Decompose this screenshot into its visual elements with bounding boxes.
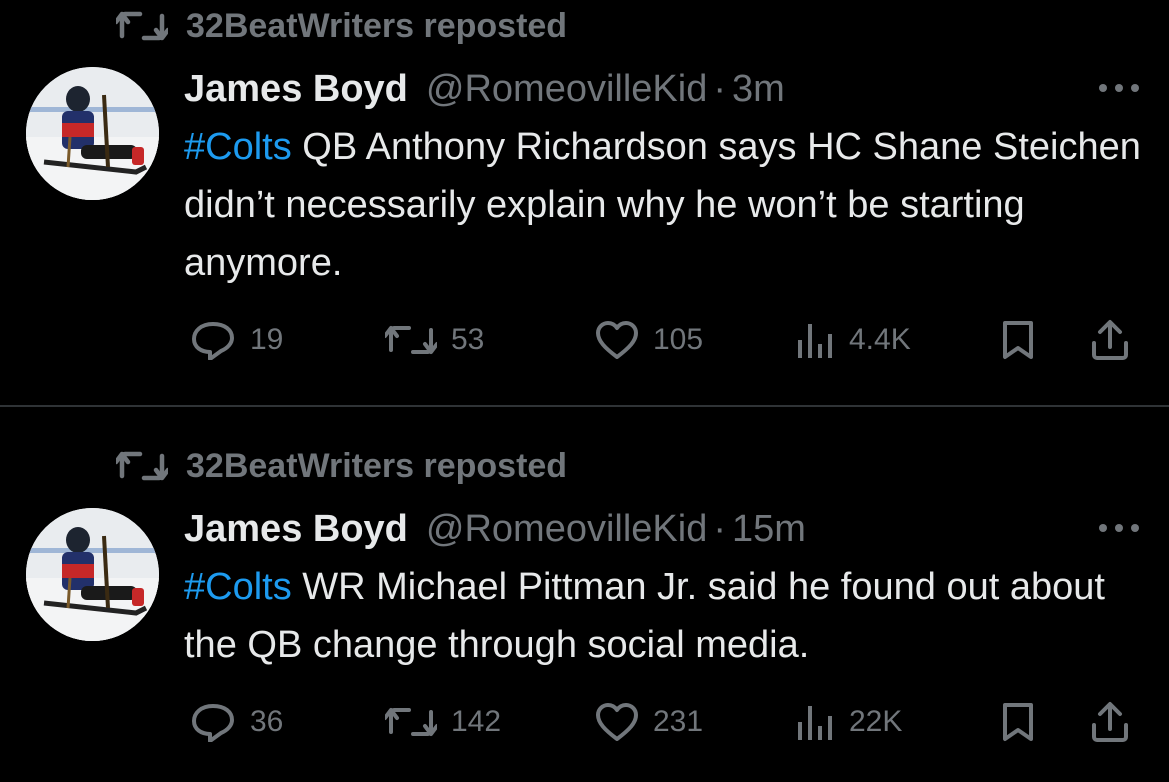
views-chart-icon: [798, 706, 832, 740]
timestamp[interactable]: 3m: [732, 68, 785, 111]
repost-icon: [385, 708, 437, 736]
tweet-text-body: QB Anthony Richardson says HC Shane Stei…: [184, 126, 1141, 284]
views-button[interactable]: 22K: [795, 698, 902, 746]
repost-count: 53: [451, 323, 485, 356]
avatar[interactable]: [26, 508, 159, 641]
action-bar: 36 142 231 22K: [190, 698, 1140, 746]
views-chart-icon: [798, 324, 832, 358]
sled-hockey-player-avatar: [26, 67, 159, 200]
separator-dot: ·: [713, 67, 727, 110]
more-icon[interactable]: [1099, 518, 1139, 538]
separator-dot: ·: [713, 507, 727, 550]
share-button[interactable]: [1090, 698, 1130, 746]
sled-hockey-player-avatar: [26, 508, 159, 641]
like-count: 105: [653, 323, 704, 356]
repost-count: 142: [451, 705, 502, 738]
tweet-divider: [0, 405, 1169, 407]
handle[interactable]: @RomeovilleKid: [426, 508, 707, 551]
bookmark-icon: [1003, 703, 1033, 741]
repost-button[interactable]: 142: [385, 698, 501, 746]
reply-icon: [192, 704, 234, 742]
more-icon[interactable]: [1099, 78, 1139, 98]
bookmark-button[interactable]: [1000, 698, 1036, 746]
share-icon: [1092, 702, 1128, 742]
tweet[interactable]: 32BeatWriters reposted James Boyd @Romeo…: [0, 0, 1169, 406]
like-button[interactable]: 105: [595, 316, 703, 364]
views-count: 4.4K: [849, 323, 911, 356]
hashtag-link[interactable]: #Colts: [184, 566, 292, 608]
tweet-header: James Boyd @RomeovilleKid · 15m: [184, 506, 806, 552]
bookmark-icon: [1003, 321, 1033, 359]
share-icon: [1092, 320, 1128, 360]
reply-icon: [192, 322, 234, 360]
display-name[interactable]: James Boyd: [184, 508, 408, 551]
repost-indicator[interactable]: 32BeatWriters reposted: [116, 6, 567, 46]
repost-label: 32BeatWriters reposted: [186, 6, 568, 45]
views-count: 22K: [849, 705, 903, 738]
repost-label: 32BeatWriters reposted: [186, 446, 568, 485]
like-button[interactable]: 231: [595, 698, 703, 746]
repost-icon: [116, 451, 168, 481]
reply-count: 36: [250, 705, 284, 738]
share-button[interactable]: [1090, 316, 1130, 364]
heart-icon: [596, 703, 638, 741]
reply-count: 19: [250, 323, 284, 356]
display-name[interactable]: James Boyd: [184, 68, 408, 111]
handle[interactable]: @RomeovilleKid: [426, 68, 707, 111]
action-bar: 19 53 105 4.4K: [190, 316, 1140, 364]
hashtag-link[interactable]: #Colts: [184, 126, 292, 168]
tweet-text: #Colts WR Michael Pittman Jr. said he fo…: [184, 558, 1144, 674]
reply-button[interactable]: 36: [190, 698, 283, 746]
tweet-text: #Colts QB Anthony Richardson says HC Sha…: [184, 118, 1144, 292]
like-count: 231: [653, 705, 704, 738]
tweet-header: James Boyd @RomeovilleKid · 3m: [184, 66, 785, 112]
bookmark-button[interactable]: [1000, 316, 1036, 364]
tweet-text-body: WR Michael Pittman Jr. said he found out…: [184, 566, 1105, 666]
tweet[interactable]: 32BeatWriters reposted James Boyd @Romeo…: [0, 408, 1169, 782]
avatar[interactable]: [26, 67, 159, 200]
repost-icon: [385, 326, 437, 354]
reply-button[interactable]: 19: [190, 316, 283, 364]
repost-icon: [116, 11, 168, 41]
heart-icon: [596, 321, 638, 359]
views-button[interactable]: 4.4K: [795, 316, 911, 364]
timestamp[interactable]: 15m: [732, 508, 806, 551]
repost-button[interactable]: 53: [385, 316, 484, 364]
repost-indicator[interactable]: 32BeatWriters reposted: [116, 446, 567, 486]
